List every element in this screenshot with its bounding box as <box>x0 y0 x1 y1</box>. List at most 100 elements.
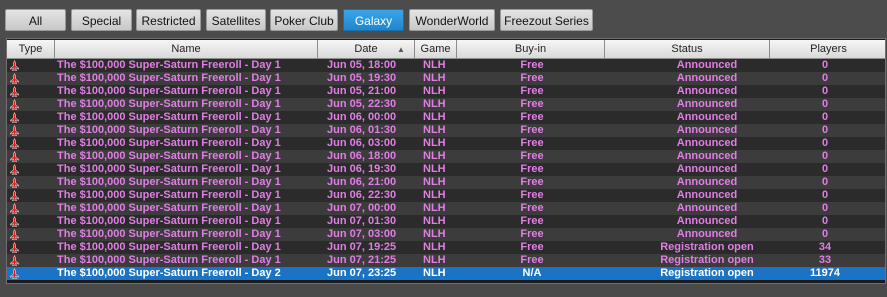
column-header-name[interactable]: Name <box>55 40 318 59</box>
filter-tab-bar: All Special Restricted Satellites Poker … <box>0 0 887 38</box>
row-buyin: Free <box>520 254 544 266</box>
row-name: The $100,000 Super-Saturn Freeroll - Day… <box>57 137 281 149</box>
tab-satellites[interactable]: Satellites <box>206 9 266 31</box>
row-buyin: Free <box>520 176 544 188</box>
row-buyin: Free <box>520 189 544 201</box>
table-row[interactable]: The $100,000 Super-Saturn Freeroll - Day… <box>7 254 885 267</box>
tab-wonderworld[interactable]: WonderWorld <box>409 9 495 31</box>
row-players: 0 <box>821 85 829 97</box>
tab-freezout-series[interactable]: Freezout Series <box>500 9 593 31</box>
row-buyin: N/A <box>522 267 542 279</box>
row-name: The $100,000 Super-Saturn Freeroll - Day… <box>57 228 281 240</box>
row-date: Jun 05, 21:00 <box>327 85 397 97</box>
row-buyin: Free <box>520 228 544 240</box>
row-name: The $100,000 Super-Saturn Freeroll - Day… <box>57 241 281 253</box>
rocket-icon <box>9 228 20 240</box>
rocket-icon <box>9 163 20 175</box>
row-date: Jun 06, 19:30 <box>327 163 397 175</box>
row-players: 0 <box>821 176 829 188</box>
row-buyin: Free <box>520 241 544 253</box>
row-name: The $100,000 Super-Saturn Freeroll - Day… <box>57 267 281 279</box>
row-date: Jun 07, 00:00 <box>327 202 397 214</box>
table-row[interactable]: The $100,000 Super-Saturn Freeroll - Day… <box>7 137 885 150</box>
row-players: 0 <box>821 202 829 214</box>
row-name: The $100,000 Super-Saturn Freeroll - Day… <box>57 150 281 162</box>
row-buyin: Free <box>520 137 544 149</box>
row-date: Jun 06, 00:00 <box>327 111 397 123</box>
table-row[interactable]: The $100,000 Super-Saturn Freeroll - Day… <box>7 202 885 215</box>
row-buyin: Free <box>520 215 544 227</box>
row-players: 0 <box>821 150 829 162</box>
tab-special[interactable]: Special <box>71 9 132 31</box>
table-row[interactable]: The $100,000 Super-Saturn Freeroll - Day… <box>7 176 885 189</box>
row-buyin: Free <box>520 202 544 214</box>
row-date: Jun 06, 03:00 <box>327 137 397 149</box>
row-buyin: Free <box>520 98 544 110</box>
table-row[interactable]: The $100,000 Super-Saturn Freeroll - Day… <box>7 267 885 280</box>
row-date: Jun 05, 19:30 <box>327 72 397 84</box>
row-name: The $100,000 Super-Saturn Freeroll - Day… <box>57 176 281 188</box>
table-row[interactable]: The $100,000 Super-Saturn Freeroll - Day… <box>7 189 885 202</box>
row-players: 0 <box>821 189 829 201</box>
row-buyin: Free <box>520 150 544 162</box>
rocket-icon <box>9 137 20 149</box>
rocket-icon <box>9 98 20 110</box>
rocket-icon <box>9 150 20 162</box>
tab-restricted[interactable]: Restricted <box>136 9 201 31</box>
row-players: 0 <box>821 137 829 149</box>
tab-poker-club[interactable]: Poker Club <box>270 9 338 31</box>
column-header-players[interactable]: Players <box>770 40 885 59</box>
row-buyin: Free <box>520 163 544 175</box>
table-row[interactable]: The $100,000 Super-Saturn Freeroll - Day… <box>7 98 885 111</box>
row-players: 33 <box>818 254 832 266</box>
row-date: Jun 05, 18:00 <box>327 59 397 71</box>
row-name: The $100,000 Super-Saturn Freeroll - Day… <box>57 124 281 136</box>
row-players: 0 <box>821 124 829 136</box>
rocket-icon <box>9 59 20 71</box>
rocket-icon <box>9 85 20 97</box>
table-row[interactable]: The $100,000 Super-Saturn Freeroll - Day… <box>7 241 885 254</box>
row-players: 0 <box>821 163 829 175</box>
table-row[interactable]: The $100,000 Super-Saturn Freeroll - Day… <box>7 85 885 98</box>
row-date: Jun 07, 21:25 <box>327 254 397 266</box>
column-header-buyin[interactable]: Buy-in <box>457 40 605 59</box>
row-name: The $100,000 Super-Saturn Freeroll - Day… <box>57 215 281 227</box>
rocket-icon <box>9 176 20 188</box>
column-header-date[interactable]: Date ▲ <box>318 40 415 59</box>
table-row[interactable]: The $100,000 Super-Saturn Freeroll - Day… <box>7 111 885 124</box>
row-name: The $100,000 Super-Saturn Freeroll - Day… <box>57 254 281 266</box>
row-players: 0 <box>821 98 829 110</box>
sort-ascending-icon: ▲ <box>397 45 405 54</box>
rocket-icon <box>9 111 20 123</box>
row-date: Jun 05, 22:30 <box>327 98 397 110</box>
row-date: Jun 07, 03:00 <box>327 228 397 240</box>
row-date: Jun 06, 22:30 <box>327 189 397 201</box>
tab-all[interactable]: All <box>5 9 66 31</box>
table-row[interactable]: The $100,000 Super-Saturn Freeroll - Day… <box>7 150 885 163</box>
table-row[interactable]: The $100,000 Super-Saturn Freeroll - Day… <box>7 59 885 72</box>
table-row[interactable]: The $100,000 Super-Saturn Freeroll - Day… <box>7 228 885 241</box>
table-row[interactable]: The $100,000 Super-Saturn Freeroll - Day… <box>7 72 885 85</box>
row-buyin: Free <box>520 85 544 97</box>
row-players: 0 <box>821 72 829 84</box>
table-row[interactable]: The $100,000 Super-Saturn Freeroll - Day… <box>7 163 885 176</box>
column-header-date-label: Date <box>354 43 378 55</box>
column-header-type[interactable]: Type <box>7 40 55 59</box>
row-name: The $100,000 Super-Saturn Freeroll - Day… <box>57 59 281 71</box>
column-header-status[interactable]: Status <box>605 40 770 59</box>
rocket-icon <box>9 124 20 136</box>
row-buyin: Free <box>520 124 544 136</box>
row-name: The $100,000 Super-Saturn Freeroll - Day… <box>57 111 281 123</box>
row-date: Jun 07, 19:25 <box>327 241 397 253</box>
table-row[interactable]: The $100,000 Super-Saturn Freeroll - Day… <box>7 215 885 228</box>
tab-galaxy[interactable]: Galaxy <box>343 9 404 31</box>
table-row[interactable]: The $100,000 Super-Saturn Freeroll - Day… <box>7 124 885 137</box>
row-name: The $100,000 Super-Saturn Freeroll - Day… <box>57 189 281 201</box>
row-name: The $100,000 Super-Saturn Freeroll - Day… <box>57 163 281 175</box>
row-players: 11974 <box>810 267 840 279</box>
rocket-icon <box>9 72 20 84</box>
row-date: Jun 06, 21:00 <box>327 176 397 188</box>
row-name: The $100,000 Super-Saturn Freeroll - Day… <box>57 98 281 110</box>
column-header-game[interactable]: Game <box>415 40 457 59</box>
row-buyin: Free <box>520 111 544 123</box>
